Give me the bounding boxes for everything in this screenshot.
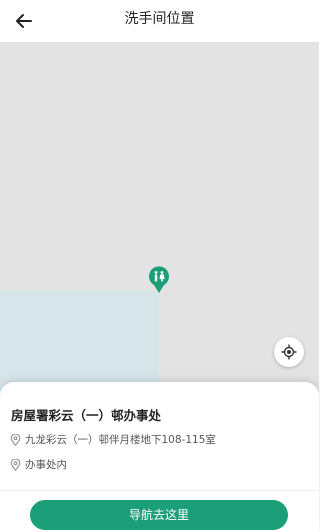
navigate-button[interactable]: 导航去这里 bbox=[30, 500, 288, 530]
crosshair-locate-icon bbox=[281, 344, 297, 360]
page-title: 洗手间位置 bbox=[124, 11, 195, 27]
place-address: 九龙彩云（一）邨伴月楼地下108-115室 bbox=[25, 434, 216, 446]
locate-me-button[interactable] bbox=[274, 337, 304, 367]
location-pin-icon bbox=[10, 458, 22, 471]
place-name: 房屋署彩云（一）邨办事处 bbox=[11, 408, 162, 423]
restroom-marker-icon[interactable] bbox=[148, 266, 170, 294]
place-note: 办事处内 bbox=[25, 459, 67, 471]
divider bbox=[0, 490, 319, 491]
place-detail-sheet: 房屋署彩云（一）邨办事处 九龙彩云（一）邨伴月楼地下108-115室 办事处内 … bbox=[0, 382, 319, 532]
location-pin-icon bbox=[10, 433, 22, 446]
address-row: 九龙彩云（一）邨伴月楼地下108-115室 bbox=[10, 432, 216, 447]
app-header: 洗手间位置 bbox=[0, 0, 319, 42]
note-row: 办事处内 bbox=[10, 457, 67, 472]
map-view[interactable] bbox=[0, 42, 319, 402]
